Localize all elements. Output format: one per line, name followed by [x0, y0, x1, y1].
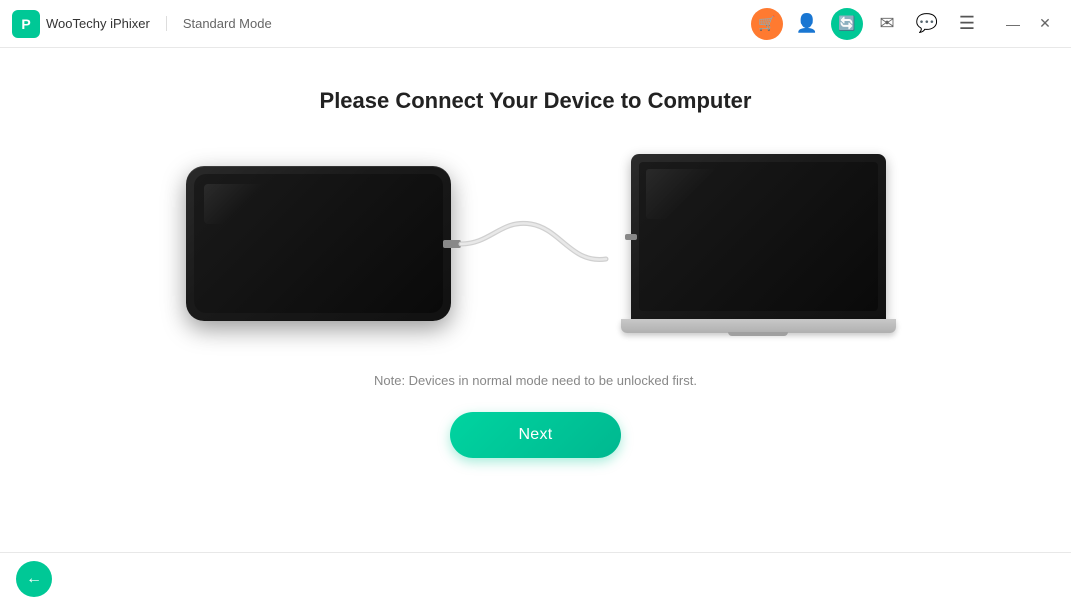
titlebar: P WooTechy iPhixer Standard Mode 🛒 👤 🔄 ✉…: [0, 0, 1071, 48]
mail-button[interactable]: ✉: [871, 8, 903, 40]
back-button[interactable]: ←: [16, 561, 52, 597]
laptop-device: [631, 154, 886, 333]
close-button[interactable]: ✕: [1031, 10, 1059, 38]
menu-button[interactable]: ☰: [951, 8, 983, 40]
bottom-bar: ←: [0, 552, 1071, 604]
phone-device: [186, 166, 451, 321]
back-icon: ←: [26, 570, 42, 588]
account-button[interactable]: 👤: [791, 8, 823, 40]
laptop-connector: [625, 234, 637, 240]
usb-cable-icon: [451, 204, 631, 284]
note-text: Note: Devices in normal mode need to be …: [374, 373, 697, 388]
titlebar-actions: 🛒 👤 🔄 ✉ 💬 ☰ — ✕: [751, 8, 1059, 40]
upgrade-button[interactable]: 🔄: [831, 8, 863, 40]
laptop-screen: [631, 154, 886, 319]
device-illustration: [186, 154, 886, 333]
laptop-base: [621, 319, 896, 333]
minimize-button[interactable]: —: [999, 10, 1027, 38]
next-button[interactable]: Next: [450, 412, 620, 458]
app-logo: P WooTechy iPhixer: [12, 10, 150, 38]
cable-container: [451, 204, 631, 284]
shop-button[interactable]: 🛒: [751, 8, 783, 40]
logo-icon: P: [12, 10, 40, 38]
mode-label: Standard Mode: [166, 16, 272, 31]
window-controls: — ✕: [999, 10, 1059, 38]
chat-button[interactable]: 💬: [911, 8, 943, 40]
page-title: Please Connect Your Device to Computer: [320, 88, 752, 114]
main-content: Please Connect Your Device to Computer N…: [0, 48, 1071, 552]
app-name: WooTechy iPhixer: [46, 16, 150, 31]
